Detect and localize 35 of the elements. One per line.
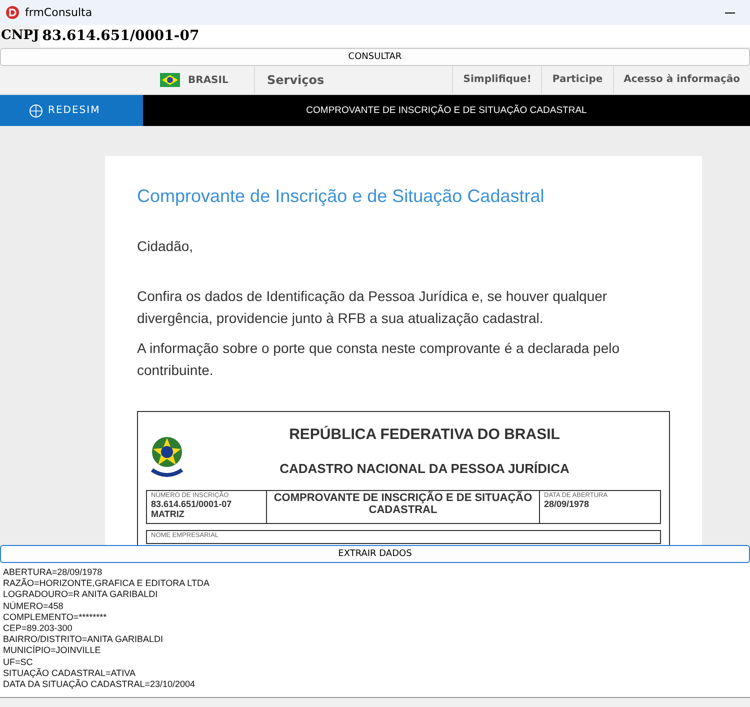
nav-link[interactable]: Participe — [541, 66, 613, 94]
output-line: COMPLEMENTO=******** — [3, 612, 108, 624]
extract-button[interactable]: EXTRAIR DADOS — [0, 545, 750, 563]
output-line: ABERTURA=28/09/1978 — [3, 567, 104, 578]
output-line: RAZÃO=HORIZONTE,GRAFICA E EDITORA LTDA — [3, 578, 210, 590]
country-label: BRASIL — [188, 74, 230, 86]
document-title: COMPROVANTE DE INSCRIÇÃO E DE SITUAÇÃO CADASTRAL — [272, 492, 534, 516]
paragraph-text: Confira os dados de Identificação da Pessoa Jurídica e, se houver qualquer divergência, providencie junto à RFB a sua atualização cadastral. — [137, 287, 608, 328]
window-title: frmConsulta — [25, 6, 94, 19]
output-line: MUNICÍPIO=JOINVILLE — [3, 645, 102, 657]
document-heading: REPÚBLICA FEDERATIVA DO BRASIL — [288, 426, 561, 443]
document-subheading: CADASTRO NACIONAL DA PESSOA JURÍDICA — [278, 461, 570, 476]
app-logo-icon — [6, 6, 19, 19]
output-line: CEP=89.203-300 — [3, 623, 74, 634]
output-line: DATA DA SITUAÇÃO CADASTRAL=23/10/2004 — [3, 679, 196, 690]
output-line: BAIRRO/DISTRITO=ANITA GARIBALDI — [3, 634, 164, 645]
nav-link[interactable]: Acesso à informação — [612, 66, 750, 94]
services-menu[interactable]: Serviços — [254, 66, 452, 94]
output-line: LOGRADOURO=R ANITA GARIBALDI — [3, 589, 159, 601]
card-title: Comprovante de Inscrição e de Situação Cadastral — [137, 186, 546, 207]
output-line: NÚMERO=458 — [3, 600, 64, 612]
output-line: SITUAÇÃO CADASTRAL=ATIVA — [3, 668, 136, 679]
field-value: 28/09/1978 — [544, 499, 590, 509]
field-value: 83.614.651/0001-07 — [151, 499, 233, 509]
output-text-area[interactable] — [0, 563, 750, 698]
consult-button[interactable]: CONSULTAR — [0, 48, 750, 66]
field-value: MATRIZ — [151, 509, 186, 519]
cnpj-input-field[interactable]: 83.614.651/0001-07 — [40, 25, 750, 47]
page-title: COMPROVANTE DE INSCRIÇÃO E DE SITUAÇÃO CADASTRAL — [305, 104, 588, 118]
paragraph-text: A informação sobre o porte que consta neste comprovante é a declarada pelo contribuinte. — [137, 339, 621, 380]
nav-link[interactable]: Simplifique! — [452, 66, 542, 94]
greeting-text: Cidadão, — [137, 237, 194, 256]
flag-icon — [160, 73, 180, 87]
output-line: UF=SC — [3, 656, 34, 668]
redesim-logo: REDESIM — [0, 95, 143, 126]
